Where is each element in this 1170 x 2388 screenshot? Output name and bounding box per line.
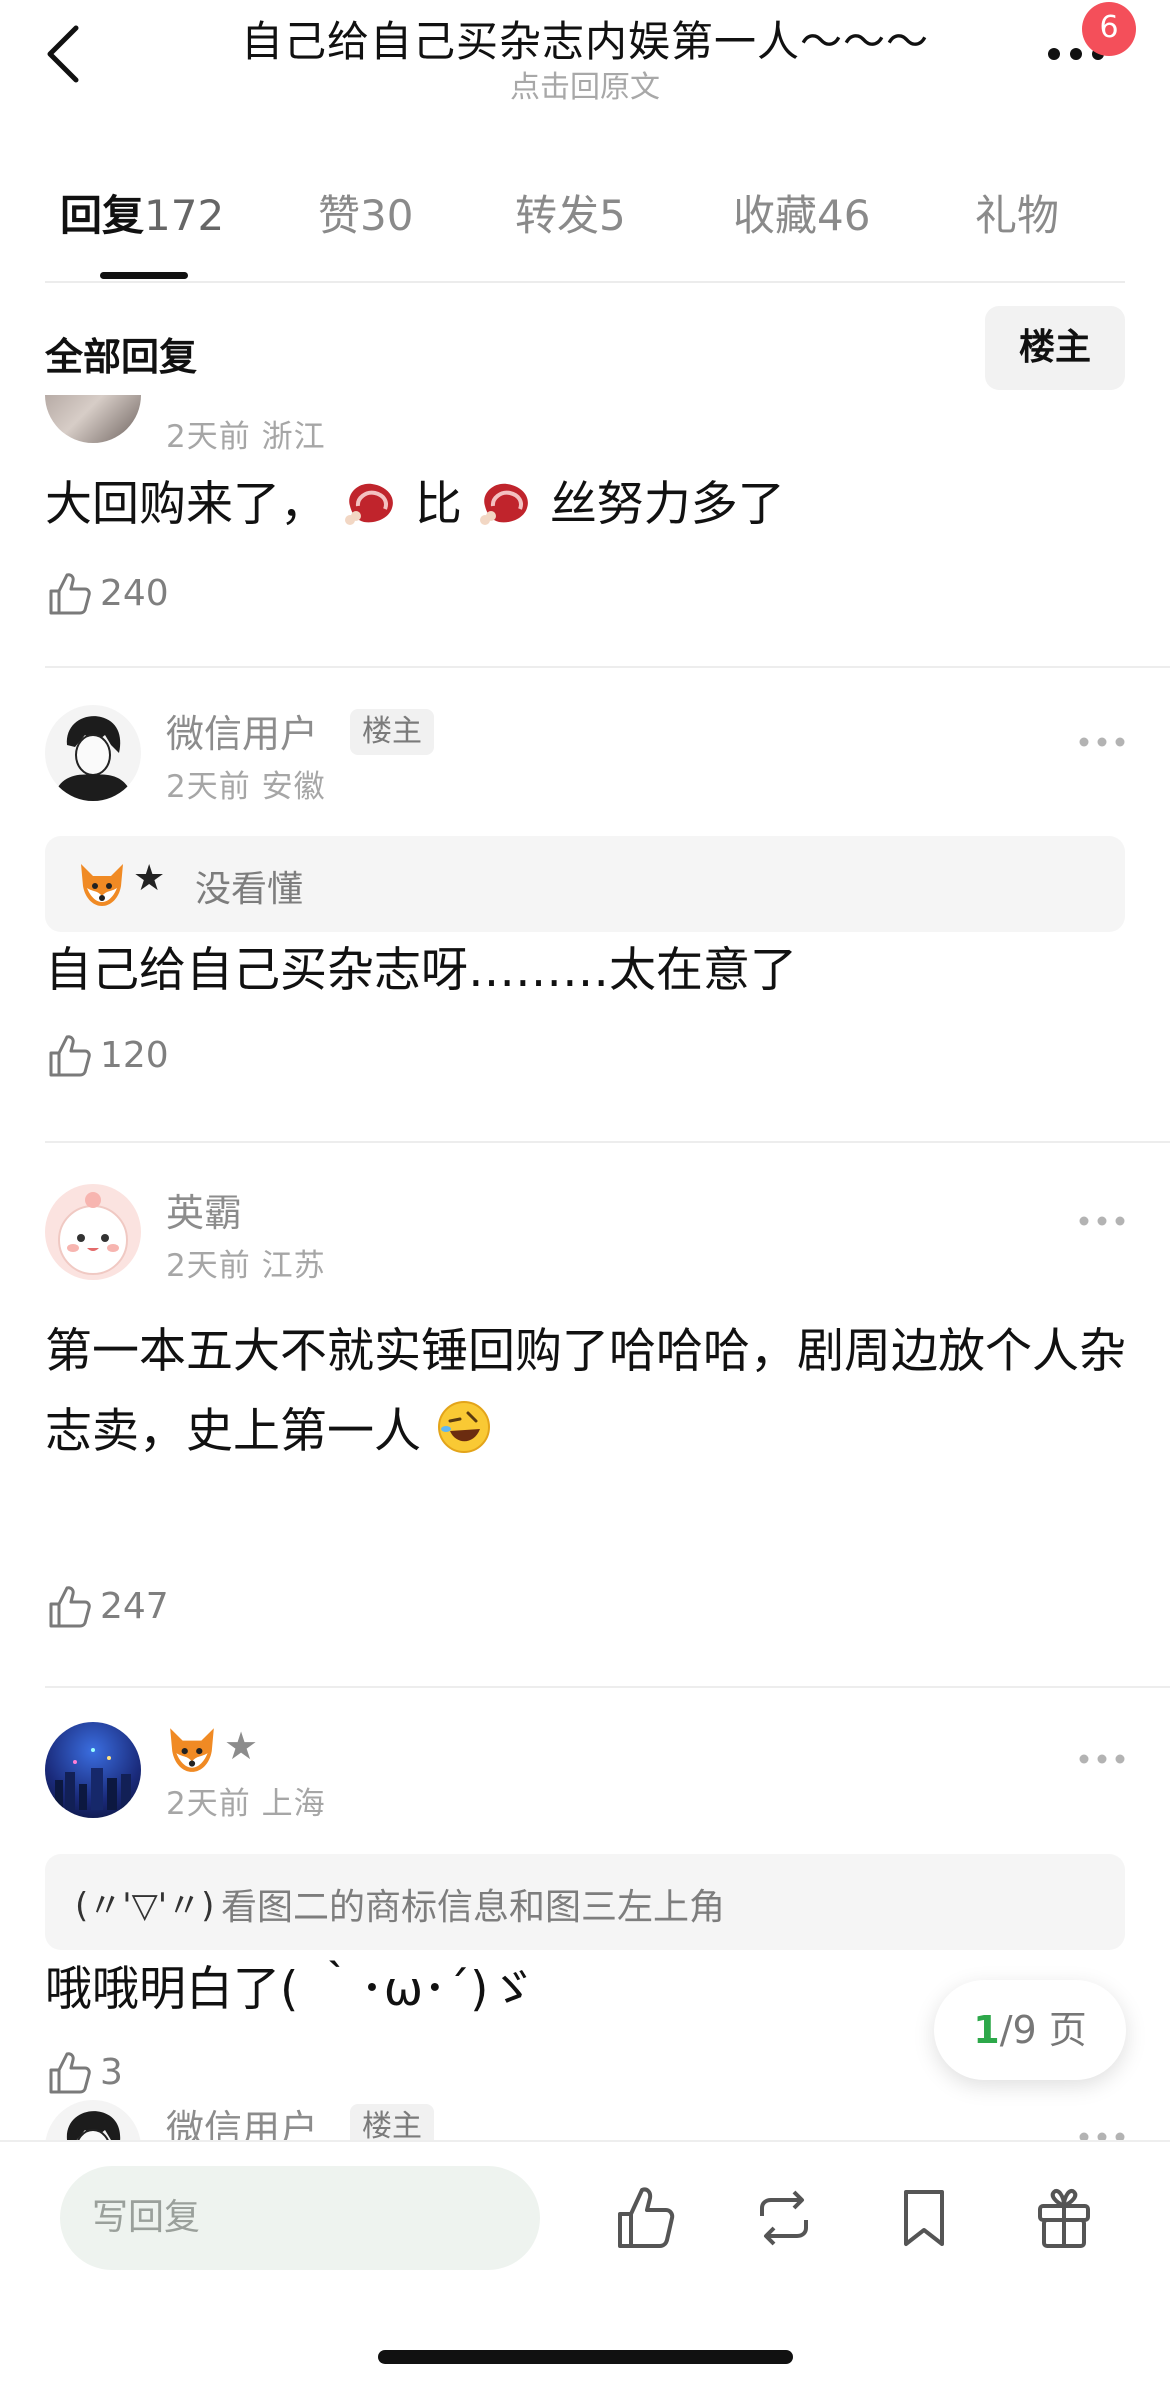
back-arrow-icon (47, 25, 79, 83)
comment-text-part: 比 (414, 477, 462, 532)
comment-meta: 2天前 安徽 (166, 769, 326, 805)
more-dots-icon[interactable] (1078, 1752, 1126, 1766)
divider (45, 1141, 1170, 1143)
quoted-reply[interactable]: (〃'▽'〃) 看图二的商标信息和图三左上角 (45, 1854, 1125, 1950)
comment-meta: 2天前 上海 (166, 1786, 326, 1822)
thumbs-up-icon[interactable] (45, 2048, 93, 2096)
comment-text-part: 丝努力多了 (549, 477, 785, 532)
current-page: 1 (973, 2008, 1000, 2052)
comment-username[interactable]: ★ (166, 1724, 306, 1774)
op-tag: 楼主 (350, 709, 434, 755)
avatar[interactable] (45, 705, 141, 801)
notification-badge: 6 (1082, 2, 1136, 56)
thumbs-up-icon[interactable] (612, 2182, 676, 2254)
quote-text: 看图二的商标信息和图三左上角 (221, 1887, 726, 1928)
tab-count: 46 (817, 191, 871, 240)
tab-gifts[interactable]: 礼物 (975, 182, 1059, 243)
comment-text: 大回购来了， 比 丝努力多了 (45, 465, 1135, 545)
divider (45, 666, 1170, 668)
tab-count: 172 (144, 191, 225, 240)
comment-text-part: 第一本五大不就实锤回购了哈哈哈，剧周边放个人杂志卖，史上第一人 (45, 1324, 1126, 1459)
thumbs-up-icon[interactable] (45, 569, 93, 617)
tab-favorites[interactable]: 收藏46 (733, 182, 870, 243)
repost-icon[interactable] (752, 2182, 816, 2254)
active-tab-indicator (100, 272, 188, 279)
tab-likes[interactable]: 赞30 (318, 182, 413, 243)
comment-list[interactable]: 2天前 浙江 大回购来了， 比 丝努力多了 240 微信用户 楼主 2天前 安徽… (0, 395, 1170, 2140)
divider (45, 1686, 1170, 1688)
comment-meta: 2天前 浙江 (166, 419, 326, 455)
like-count: 240 (100, 573, 169, 614)
top-nav-bar: 自己给自己买杂志内娱第一人～～～ 点击回原文 6 (0, 0, 1170, 110)
quote-text: 没看懂 (195, 869, 304, 910)
avatar[interactable] (45, 1722, 141, 1818)
thumbs-up-icon[interactable] (45, 1031, 93, 1079)
tab-label: 收藏 (733, 191, 818, 240)
quote-author: (〃'▽'〃) (75, 1886, 215, 1926)
divider (45, 281, 1125, 283)
tab-label: 回复 (60, 191, 145, 240)
tab-reposts[interactable]: 转发5 (515, 182, 626, 243)
avatar-drawing (58, 1192, 128, 1275)
avatar-drawing (66, 2111, 121, 2140)
back-to-original-link[interactable]: 点击回原文 (200, 62, 970, 106)
comment-username[interactable]: 微信用户 (166, 703, 318, 758)
more-dots-icon[interactable] (1078, 2130, 1126, 2140)
rofl-emoji-icon (437, 1401, 490, 1453)
quoted-reply[interactable]: ★ 没看懂 (45, 836, 1125, 932)
tab-label: 转发 (515, 191, 600, 240)
total-pages: /9 页 (999, 2008, 1087, 2052)
tab-count: 30 (360, 191, 414, 240)
comment-text: 自己给自己买杂志呀………太在意了 (45, 943, 797, 998)
bookmark-icon[interactable] (892, 2182, 956, 2254)
home-indicator[interactable] (378, 2350, 793, 2364)
comment-text-part: 大回购来了， (45, 477, 327, 532)
avatar[interactable] (45, 395, 141, 443)
owner-only-filter-button[interactable]: 楼主 (985, 306, 1125, 390)
gift-icon[interactable] (1032, 2182, 1096, 2254)
tab-bar: 回复172 赞30 转发5 收藏46 礼物 (0, 182, 1170, 242)
all-replies-heading: 全部回复 (45, 335, 198, 379)
tab-label: 赞 (318, 191, 361, 240)
tab-label: 礼物 (975, 191, 1060, 240)
comment-text: 第一本五大不就实锤回购了哈哈哈，剧周边放个人杂志卖，史上第一人 (45, 1312, 1135, 1472)
tab-replies[interactable]: 回复172 (60, 182, 224, 243)
comment-username[interactable]: 微信用户 (166, 2098, 318, 2140)
steak-icon (344, 483, 393, 525)
thumbs-up-icon[interactable] (45, 1582, 93, 1630)
fox-icon (81, 864, 123, 906)
avatar[interactable] (45, 1184, 141, 1280)
quote-author-star: ★ (133, 858, 166, 899)
username-star: ★ (224, 1724, 259, 1768)
avatar-drawing (53, 716, 133, 801)
like-count: 3 (100, 2052, 123, 2093)
op-tag: 楼主 (350, 2104, 434, 2140)
like-count: 120 (100, 1035, 169, 1076)
steak-icon (479, 483, 528, 525)
tab-count: 5 (599, 191, 626, 240)
like-count: 247 (100, 1586, 169, 1627)
back-button[interactable] (40, 22, 90, 86)
fox-icon (170, 1728, 214, 1772)
comment-meta: 2天前 江苏 (166, 1248, 326, 1284)
avatar-drawing (55, 1748, 131, 1810)
more-dots-icon[interactable] (1078, 1214, 1126, 1228)
more-dots-icon[interactable] (1078, 735, 1126, 749)
post-title[interactable]: 自己给自己买杂志内娱第一人～～～ (200, 8, 970, 69)
avatar[interactable] (45, 2100, 141, 2140)
page-indicator-button[interactable]: 1/9 页 (934, 1980, 1126, 2080)
comment-username[interactable]: 英霸 (166, 1182, 242, 1237)
reply-input[interactable]: 写回复 (60, 2166, 540, 2270)
